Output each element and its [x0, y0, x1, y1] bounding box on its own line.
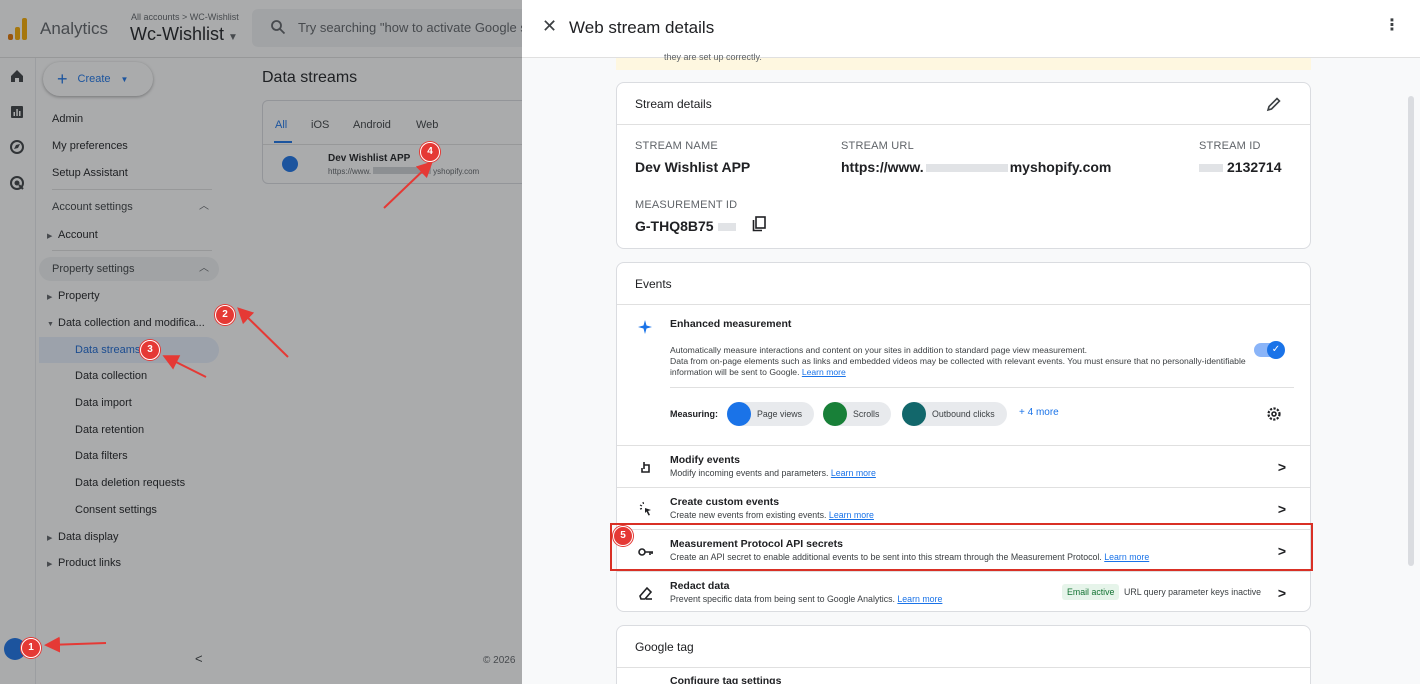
- cursor-click-icon: [639, 501, 651, 516]
- chip-outbound-clicks: Outbound clicks: [902, 402, 1007, 426]
- chevron-right-icon: >: [1277, 459, 1286, 475]
- configure-tag-settings[interactable]: Configure tag settings: [670, 675, 781, 684]
- annotation-badge-1: 1: [21, 638, 41, 658]
- stream-name-value: Dev Wishlist APP: [635, 159, 751, 175]
- chip-page-views: Page views: [727, 402, 814, 426]
- modify-events-desc: Modify incoming events and parameters. L…: [670, 468, 876, 478]
- google-tag-card: Google tag Configure tag settings: [616, 625, 1311, 684]
- chip-page-views-label: Page views: [757, 409, 802, 419]
- modify-events-title: Modify events: [670, 454, 741, 466]
- measurement-id-label: MEASUREMENT ID: [635, 199, 738, 211]
- chevron-right-icon: >: [1277, 585, 1286, 601]
- web-stream-details-drawer: ✕ Web stream details ⋮ they are set up c…: [522, 0, 1420, 684]
- url-keys-inactive-badge: URL query parameter keys inactive: [1124, 587, 1262, 597]
- measurement-id-value: G-THQ8B75: [635, 218, 736, 234]
- drawer-title: Web stream details: [569, 18, 715, 37]
- stream-id-value: 2132714: [1199, 159, 1282, 175]
- chip-scrolls-label: Scrolls: [853, 409, 880, 419]
- redact-data-desc: Prevent specific data from being sent to…: [670, 594, 942, 604]
- learn-more-link[interactable]: Learn more: [831, 468, 876, 478]
- eraser-icon: [639, 586, 653, 600]
- stream-name-label: STREAM NAME: [635, 140, 718, 152]
- create-custom-events-desc: Create new events from existing events. …: [670, 510, 874, 520]
- learn-more-link[interactable]: Learn more: [802, 367, 846, 377]
- settings-gear-icon[interactable]: [1265, 405, 1283, 423]
- enhanced-measurement-desc: Automatically measure interactions and c…: [670, 345, 1255, 378]
- chip-outbound-clicks-label: Outbound clicks: [932, 409, 995, 419]
- stream-details-card: Stream details STREAM NAME Dev Wishlist …: [616, 82, 1311, 249]
- warning-banner: they are set up correctly.: [616, 52, 1311, 70]
- close-icon[interactable]: ✕: [542, 17, 557, 35]
- create-custom-events-title: Create custom events: [670, 496, 780, 508]
- more-measurements-link[interactable]: + 4 more: [1019, 407, 1059, 418]
- enhanced-measurement-title: Enhanced measurement: [670, 318, 792, 330]
- stream-url-start: https://www.: [841, 159, 924, 175]
- modify-events-desc-text: Modify incoming events and parameters.: [670, 468, 829, 478]
- edit-pencil-icon[interactable]: [1266, 96, 1282, 112]
- stream-url-value: https://www. myshopify.com: [841, 159, 1111, 175]
- drawer-header: ✕ Web stream details ⋮: [522, 0, 1420, 58]
- sparkle-icon: [638, 320, 652, 334]
- annotation-badge-5: 5: [613, 526, 633, 546]
- chevron-right-icon: >: [1277, 501, 1286, 517]
- google-tag-header: Google tag: [617, 626, 1310, 668]
- stream-details-header: Stream details: [617, 83, 1310, 125]
- redact-data-desc-text: Prevent specific data from being sent to…: [670, 594, 895, 604]
- copy-icon[interactable]: [752, 216, 766, 232]
- drawer-scrim[interactable]: [0, 0, 522, 684]
- drawer-scrollbar[interactable]: [1408, 96, 1414, 566]
- check-icon: ✓: [1267, 341, 1285, 359]
- annotation-badge-2: 2: [215, 305, 235, 325]
- stream-id-text: 2132714: [1227, 159, 1282, 175]
- redacted-block: [717, 223, 736, 231]
- event-row-redact-data[interactable]: Redact data Prevent specific data from b…: [617, 571, 1310, 611]
- event-row-modify-events[interactable]: Modify events Modify incoming events and…: [617, 445, 1310, 487]
- stream-id-label: STREAM ID: [1199, 140, 1261, 152]
- stream-details-heading: Stream details: [635, 97, 712, 111]
- enhanced-desc-line2: Data from on-page elements such as links…: [670, 356, 1246, 377]
- warning-text: they are set up correctly.: [664, 52, 762, 62]
- google-tag-heading: Google tag: [635, 640, 694, 654]
- measurement-id-text: G-THQ8B75: [635, 218, 714, 234]
- redact-data-title: Redact data: [670, 580, 730, 592]
- enhanced-desc-line1: Automatically measure interactions and c…: [670, 345, 1088, 355]
- annotation-badge-4: 4: [420, 142, 440, 162]
- events-heading: Events: [635, 277, 672, 291]
- highlight-box: [610, 523, 1313, 571]
- annotation-badge-3: 3: [140, 340, 160, 360]
- learn-more-link[interactable]: Learn more: [829, 510, 874, 520]
- learn-more-link[interactable]: Learn more: [897, 594, 942, 604]
- mouse-icon: [902, 402, 926, 426]
- enhanced-measurement-toggle[interactable]: ✓: [1254, 341, 1285, 359]
- divider: [670, 387, 1294, 388]
- create-custom-events-desc-text: Create new events from existing events.: [670, 510, 827, 520]
- stream-url-end: myshopify.com: [1009, 159, 1112, 175]
- touch-icon: [641, 462, 650, 473]
- redacted-block: [1199, 164, 1223, 172]
- scroll-icon: [823, 402, 847, 426]
- measuring-label: Measuring:: [670, 409, 719, 419]
- eye-icon: [727, 402, 751, 426]
- redacted-block: [925, 164, 1008, 172]
- more-vert-icon[interactable]: ⋮: [1384, 18, 1400, 34]
- events-header: Events: [617, 263, 1310, 305]
- enhanced-measurement-row: Enhanced measurement Automatically measu…: [617, 305, 1310, 445]
- stream-url-label: STREAM URL: [841, 140, 914, 152]
- email-active-badge: Email active: [1062, 584, 1120, 600]
- chip-scrolls: Scrolls: [823, 402, 892, 426]
